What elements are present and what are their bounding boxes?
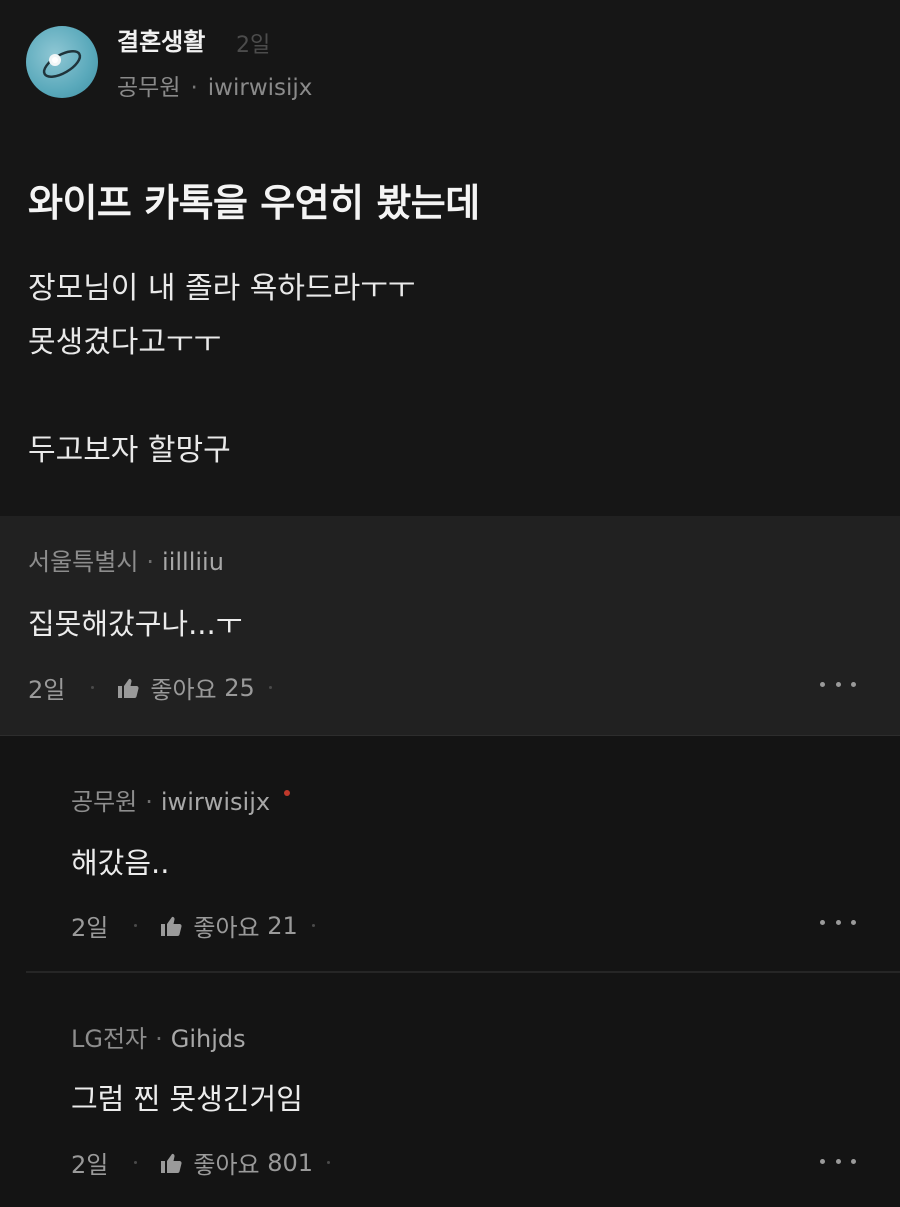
separator-dot	[311, 924, 315, 927]
separator-dot: ·	[190, 75, 198, 101]
like-button[interactable]: 좋아요 801	[159, 1145, 313, 1180]
like-count: 25	[224, 673, 255, 702]
more-options-button[interactable]	[820, 912, 856, 932]
comment-time: 2일	[71, 914, 109, 942]
author-nick: iwirwisijx	[207, 75, 313, 101]
thumbs-up-icon	[118, 678, 139, 698]
more-horizontal-icon	[851, 1158, 856, 1164]
comment-text: 그럼 찐 못생긴거임	[71, 1082, 303, 1116]
comment-nick: Gihjds	[170, 1025, 246, 1053]
more-horizontal-icon	[820, 681, 825, 687]
thumbs-up-icon	[161, 1153, 182, 1173]
comment-nick: iwirwisijx	[160, 788, 271, 816]
post-time: 2일	[236, 33, 271, 58]
separator-dot	[134, 1161, 138, 1164]
more-options-button[interactable]	[820, 674, 856, 694]
like-count: 801	[267, 1148, 314, 1177]
separator-dot	[327, 1161, 331, 1164]
more-horizontal-icon	[835, 1158, 841, 1164]
comment-author[interactable]: LG전자 · Gihjds	[71, 1019, 246, 1054]
more-horizontal-icon	[820, 919, 825, 925]
comment-meta: 2일 좋아요 801	[71, 1145, 331, 1180]
comment-meta: 2일 좋아요 25	[28, 670, 272, 705]
comment: 서울특별시 · iillliiu 집못해갔구나...ㅜ 2일 좋아요 25	[0, 516, 900, 736]
thumbs-up-icon	[161, 916, 182, 936]
post-body-line	[28, 370, 415, 424]
comment-nick: iillliiu	[162, 548, 224, 576]
separator-dot	[134, 924, 138, 927]
author-company: 공무원	[117, 75, 181, 101]
comment-text: 집못해갔구나...ㅜ	[28, 607, 243, 641]
post-body-line: 못생겼다고ㅜㅜ	[28, 325, 222, 360]
like-button[interactable]: 좋아요 25	[116, 670, 255, 705]
reply: 공무원 · iwirwisijx 해갔음.. 2일 좋아요 21	[0, 736, 900, 972]
separator-dot: ·	[155, 1025, 163, 1053]
post-body-line: 장모님이 내 졸라 욕하드라ㅜㅜ	[28, 271, 416, 306]
more-options-button[interactable]	[820, 1151, 856, 1171]
separator-dot: ·	[146, 548, 155, 576]
comment-company: LG전자	[71, 1025, 148, 1053]
post-author[interactable]: 공무원 · iwirwisijx	[117, 68, 312, 102]
post: 결혼생활 2일 공무원 · iwirwisijx 와이프 카톡을 우연히 봤는데 장…	[0, 0, 900, 516]
like-label: 좋아요	[193, 914, 260, 942]
op-marker-icon	[284, 790, 291, 796]
post-body: 장모님이 내 졸라 욕하드라ㅜㅜ 못생겼다고ㅜㅜ 두고보자 할망구	[28, 262, 415, 478]
comment-author[interactable]: 공무원 · iwirwisijx	[71, 782, 291, 817]
reply: LG전자 · Gihjds 그럼 찐 못생긴거임 2일 좋아요 801	[0, 973, 900, 1207]
comment-author[interactable]: 서울특별시 · iillliiu	[28, 542, 224, 577]
more-horizontal-icon	[851, 681, 856, 687]
board-avatar[interactable]	[26, 26, 98, 98]
comment-meta: 2일 좋아요 21	[71, 908, 315, 943]
more-horizontal-icon	[835, 919, 841, 925]
more-horizontal-icon	[851, 919, 856, 925]
separator-dot	[268, 686, 272, 689]
comment-time: 2일	[28, 676, 66, 704]
separator-dot: ·	[145, 788, 153, 816]
comment-time: 2일	[71, 1151, 109, 1179]
like-count: 21	[267, 911, 298, 940]
comment-company: 공무원	[71, 788, 138, 816]
more-horizontal-icon	[835, 681, 841, 687]
comment-text: 해갔음..	[71, 846, 170, 880]
ring-icon	[42, 50, 82, 78]
post-body-line: 두고보자 할망구	[28, 433, 231, 468]
like-label: 좋아요	[193, 1151, 260, 1179]
more-horizontal-icon	[820, 1158, 825, 1164]
like-button[interactable]: 좋아요 21	[159, 908, 298, 943]
board-name[interactable]: 결혼생활	[117, 22, 205, 57]
like-label: 좋아요	[150, 676, 217, 704]
separator-dot	[91, 686, 95, 689]
post-title: 와이프 카톡을 우연히 봤는데	[28, 181, 480, 225]
comment-company: 서울특별시	[28, 548, 139, 576]
